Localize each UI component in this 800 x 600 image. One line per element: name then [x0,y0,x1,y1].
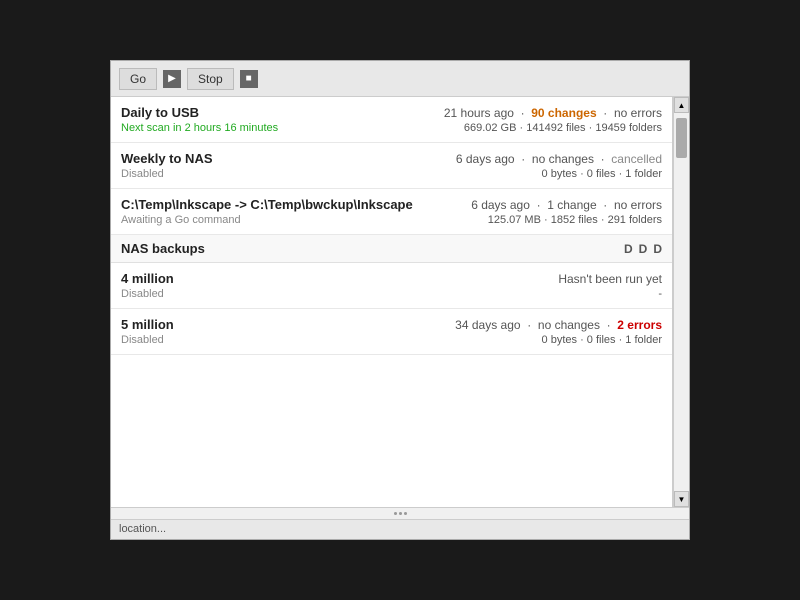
scroll-up-button[interactable]: ▲ [674,97,689,113]
section-name: NAS backups [121,241,205,256]
section-header: NAS backups D D D [111,235,672,263]
section-action-d1[interactable]: D [624,242,633,256]
backup-row-sub: Disabled 0 bytes · 0 files · 1 folder [121,168,662,180]
backup-row-sub: Awaiting a Go command 125.07 MB · 1852 f… [121,214,662,226]
list-item[interactable]: Daily to USB 21 hours ago · 90 changes ·… [111,97,672,143]
backup-name: Weekly to NAS [121,151,213,166]
schedule-status: Disabled [121,334,164,346]
errors-status: 2 errors [617,318,662,332]
backup-status: 21 hours ago · 90 changes · no errors [444,106,662,120]
backup-row-main: 5 million 34 days ago · no changes · 2 e… [121,317,662,332]
list-item[interactable]: Weekly to NAS 6 days ago · no changes · … [111,143,672,189]
scroll-down-button[interactable]: ▼ [674,491,689,507]
errors-status: no errors [614,198,662,212]
section-actions: D D D [624,242,662,256]
next-scan: Next scan in 2 hours 16 minutes [121,122,278,134]
schedule-status: Disabled [121,288,164,300]
changes-count: no changes [538,318,600,332]
list-item[interactable]: C:\Temp\Inkscape -> C:\Temp\bwckup\Inksc… [111,189,672,235]
scrollbar-inner [111,508,689,519]
schedule-status: Disabled [121,168,164,180]
dot [394,512,397,515]
section-header-wrapper: + NAS backups D D D [111,235,672,263]
backup-status: Hasn't been run yet [558,272,662,286]
content-area: Daily to USB 21 hours ago · 90 changes ·… [111,97,689,507]
scroll-indicator [394,512,407,515]
backup-row-main: Weekly to NAS 6 days ago · no changes · … [121,151,662,166]
backup-row-main: 4 million Hasn't been run yet [121,271,662,286]
backup-stats: 125.07 MB · 1852 files · 291 folders [488,214,662,226]
backup-row-main: Daily to USB 21 hours ago · 90 changes ·… [121,105,662,120]
dot [404,512,407,515]
not-run-status: Hasn't been run yet [558,272,662,286]
scrollbar[interactable]: ▲ ▼ [673,97,689,507]
changes-count: 90 changes [531,106,596,120]
stop-button[interactable]: Stop [187,68,234,90]
section-action-d3[interactable]: D [653,242,662,256]
section-action-d2[interactable]: D [639,242,648,256]
backup-row-sub: Next scan in 2 hours 16 minutes 669.02 G… [121,122,662,134]
backup-stats: 669.02 GB · 141492 files · 19459 folders [464,122,662,134]
backup-row-main: C:\Temp\Inkscape -> C:\Temp\bwckup\Inksc… [121,197,662,212]
changes-count: 1 change [547,198,596,212]
go-icon: ▶ [163,70,181,88]
backup-row-sub: Disabled - [121,288,662,300]
backup-status: 34 days ago · no changes · 2 errors [455,318,662,332]
changes-count: no changes [532,152,594,166]
errors-status: no errors [614,106,662,120]
scrollbar-track[interactable] [674,113,689,491]
backup-stats: - [658,288,662,300]
errors-status: cancelled [611,152,662,166]
main-window: Go ▶ Stop ■ Daily to USB 21 hours ago · … [110,60,690,540]
status-bar: location... [111,519,689,539]
backup-status: 6 days ago · no changes · cancelled [456,152,662,166]
status-text: location... [119,523,166,535]
backup-name: Daily to USB [121,105,199,120]
horizontal-scrollbar[interactable] [111,507,689,519]
backup-row-sub: Disabled 0 bytes · 0 files · 1 folder [121,334,662,346]
go-button[interactable]: Go [119,68,157,90]
backup-name: C:\Temp\Inkscape -> C:\Temp\bwckup\Inksc… [121,197,413,212]
stop-icon: ■ [240,70,258,88]
backup-status: 6 days ago · 1 change · no errors [471,198,662,212]
backup-list: Daily to USB 21 hours ago · 90 changes ·… [111,97,673,507]
list-item[interactable]: 5 million 34 days ago · no changes · 2 e… [111,309,672,355]
backup-stats: 0 bytes · 0 files · 1 folder [542,334,662,346]
dot [399,512,402,515]
backup-stats: 0 bytes · 0 files · 1 folder [542,168,662,180]
toolbar: Go ▶ Stop ■ [111,61,689,97]
backup-name: 5 million [121,317,174,332]
list-item[interactable]: 4 million Hasn't been run yet Disabled - [111,263,672,309]
schedule-status: Awaiting a Go command [121,214,241,226]
backup-name: 4 million [121,271,174,286]
scrollbar-thumb[interactable] [676,118,687,158]
